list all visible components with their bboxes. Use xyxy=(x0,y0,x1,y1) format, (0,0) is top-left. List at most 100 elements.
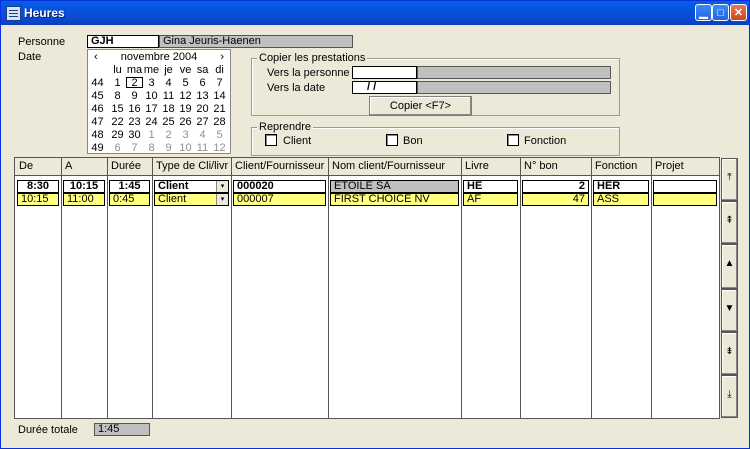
cell-bon[interactable]: 47 xyxy=(522,193,589,206)
calendar-day[interactable]: 14 xyxy=(211,90,228,102)
calendar-day[interactable]: 25 xyxy=(160,116,177,128)
calendar-day[interactable]: 10 xyxy=(177,142,194,154)
cell-de[interactable]: 10:15 xyxy=(17,193,59,206)
calendar-day[interactable]: 12 xyxy=(177,90,194,102)
col-divider xyxy=(152,158,153,418)
minimize-button[interactable]: ▁ xyxy=(695,4,712,21)
calendar-day[interactable]: 3 xyxy=(177,129,194,141)
calendar-day[interactable]: 2 xyxy=(160,129,177,141)
calendar-day[interactable]: 23 xyxy=(126,116,143,128)
col-header-a[interactable]: A xyxy=(61,158,107,176)
col-header-de[interactable]: De xyxy=(15,158,61,176)
calendar-next-icon[interactable]: › xyxy=(220,51,224,63)
cell-client[interactable]: 000020 xyxy=(233,180,326,193)
calendar-day[interactable]: 17 xyxy=(143,103,160,115)
cell-type-select[interactable]: Client ▾ xyxy=(154,193,229,206)
scroll-bottom-button[interactable]: ⤓ xyxy=(721,375,738,418)
calendar-day[interactable]: 19 xyxy=(177,103,194,115)
calendar-day[interactable]: 21 xyxy=(211,103,228,115)
col-header-duree[interactable]: Durée xyxy=(107,158,152,176)
scroll-down-button[interactable]: ▼ xyxy=(721,289,738,332)
cell-duree[interactable]: 0:45 xyxy=(109,193,150,206)
col-header-livre[interactable]: Livre xyxy=(461,158,520,176)
calendar-day[interactable]: 3 xyxy=(143,77,160,89)
col-header-nom[interactable]: Nom client/Fournisseur xyxy=(328,158,461,176)
reprendre-client-label: Client xyxy=(283,135,312,147)
vers-personne-label: Vers la personne xyxy=(267,67,350,79)
cell-type-select[interactable]: Client ▾ xyxy=(154,180,229,193)
calendar-day[interactable]: 13 xyxy=(194,90,211,102)
calendar-day[interactable]: 20 xyxy=(194,103,211,115)
calendar-day[interactable]: 22 xyxy=(109,116,126,128)
calendar-day[interactable]: 9 xyxy=(160,142,177,154)
cell-client[interactable]: 000007 xyxy=(233,193,326,206)
calendar-day[interactable]: 5 xyxy=(211,129,228,141)
date-calendar[interactable]: ‹ novembre 2004 › lu ma me je ve sa di 4… xyxy=(87,49,231,154)
cell-livre[interactable]: HE xyxy=(463,180,518,193)
calendar-day[interactable]: 5 xyxy=(177,77,194,89)
cell-duree[interactable]: 1:45 xyxy=(109,180,150,193)
cell-projet[interactable] xyxy=(653,180,717,193)
calendar-day[interactable]: 10 xyxy=(143,90,160,102)
page-up-button[interactable]: ⇞ xyxy=(721,201,738,244)
cell-projet[interactable] xyxy=(653,193,717,206)
calendar-day[interactable]: 2 xyxy=(126,77,143,89)
close-button[interactable]: ✕ xyxy=(730,4,747,21)
col-header-fonction[interactable]: Fonction xyxy=(591,158,651,176)
calendar-day[interactable]: 1 xyxy=(143,129,160,141)
calendar-day[interactable]: 16 xyxy=(126,103,143,115)
calendar-day[interactable]: 18 xyxy=(160,103,177,115)
vers-date-field[interactable]: / / xyxy=(352,81,417,94)
col-header-projet[interactable]: Projet xyxy=(651,158,719,176)
calendar-day[interactable]: 12 xyxy=(211,142,228,154)
calendar-day[interactable]: 11 xyxy=(160,90,177,102)
calendar-day[interactable]: 8 xyxy=(143,142,160,154)
calendar-day[interactable]: 11 xyxy=(194,142,211,154)
scroll-up-button[interactable]: ▲ xyxy=(721,244,738,289)
calendar-day[interactable]: 7 xyxy=(211,77,228,89)
col-header-bon[interactable]: N° bon xyxy=(520,158,591,176)
title-bar[interactable]: Heures ▁ □ ✕ xyxy=(1,1,749,25)
calendar-day[interactable]: 24 xyxy=(143,116,160,128)
maximize-button[interactable]: □ xyxy=(712,4,729,21)
cell-bon[interactable]: 2 xyxy=(522,180,589,193)
date-label: Date xyxy=(18,51,42,63)
reprendre-bon-checkbox[interactable] xyxy=(386,134,398,146)
calendar-day[interactable]: 15 xyxy=(109,103,126,115)
calendar-day[interactable]: 4 xyxy=(194,129,211,141)
calendar-day[interactable]: 6 xyxy=(109,142,126,154)
cell-a[interactable]: 11:00 xyxy=(63,193,105,206)
page-up-icon: ⇞ xyxy=(725,215,734,226)
calendar-day[interactable]: 4 xyxy=(160,77,177,89)
page-down-button[interactable]: ⇟ xyxy=(721,332,738,375)
dropdown-arrow-icon[interactable]: ▾ xyxy=(216,194,228,205)
col-header-type[interactable]: Type de Cli/livr xyxy=(152,158,231,176)
cell-fonction[interactable]: ASS xyxy=(593,193,649,206)
cell-a[interactable]: 10:15 xyxy=(63,180,105,193)
cell-fonction[interactable]: HER xyxy=(593,180,649,193)
reprendre-client-checkbox[interactable] xyxy=(265,134,277,146)
calendar-day[interactable]: 6 xyxy=(194,77,211,89)
cell-de[interactable]: 8:30 xyxy=(17,180,59,193)
copier-button[interactable]: Copier <F7> xyxy=(369,96,472,116)
calendar-day[interactable]: 8 xyxy=(109,90,126,102)
calendar-day[interactable]: 1 xyxy=(109,77,126,89)
calendar-prev-icon[interactable]: ‹ xyxy=(94,51,98,63)
down-arrow-icon: ▼ xyxy=(724,303,735,314)
cell-nom: ETOILE SA xyxy=(330,180,459,193)
calendar-day[interactable]: 29 xyxy=(109,129,126,141)
vers-personne-field[interactable] xyxy=(352,66,417,79)
dropdown-arrow-icon[interactable]: ▾ xyxy=(216,181,228,192)
calendar-day[interactable]: 26 xyxy=(177,116,194,128)
calendar-day[interactable]: 7 xyxy=(126,142,143,154)
cell-livre[interactable]: AF xyxy=(463,193,518,206)
scroll-top-button[interactable]: ⤒ xyxy=(721,158,738,201)
col-header-client[interactable]: Client/Fournisseur xyxy=(231,158,328,176)
calendar-day[interactable]: 27 xyxy=(194,116,211,128)
personne-code-field[interactable]: GJH xyxy=(87,35,159,48)
reprendre-fonction-checkbox[interactable] xyxy=(507,134,519,146)
calendar-day[interactable]: 30 xyxy=(126,129,143,141)
calendar-day[interactable]: 28 xyxy=(211,116,228,128)
col-divider xyxy=(107,158,108,418)
calendar-day[interactable]: 9 xyxy=(126,90,143,102)
